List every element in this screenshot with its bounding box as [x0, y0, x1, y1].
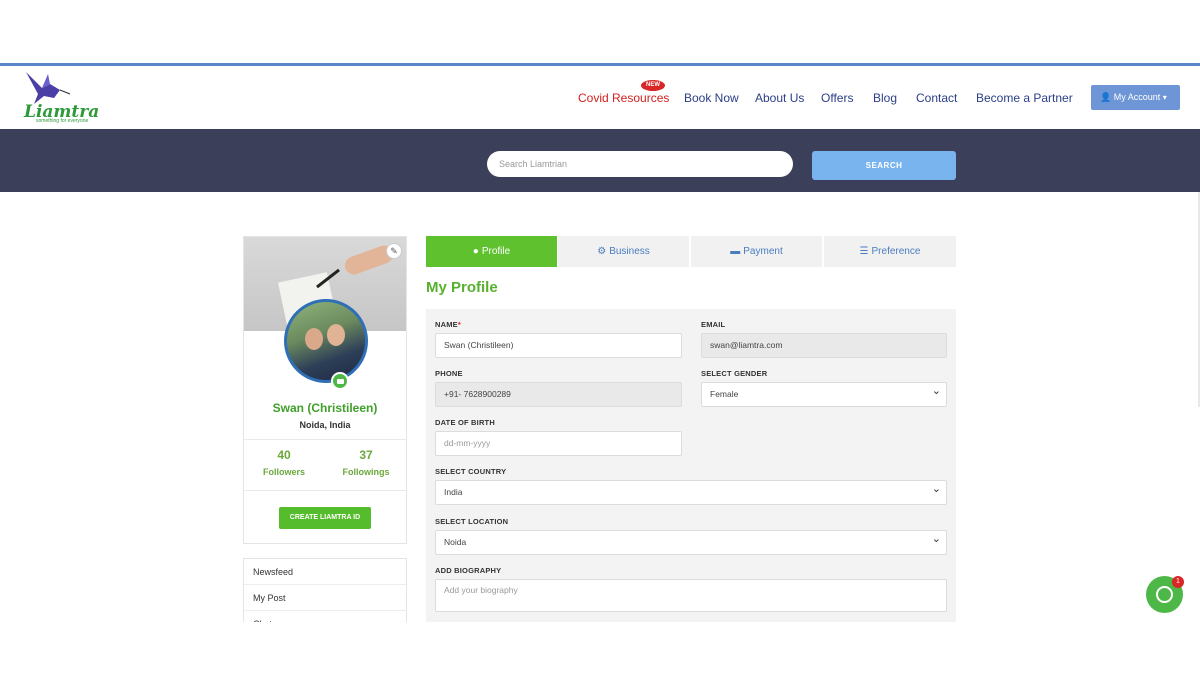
profile-card: ✎ Swan (Christileen) Noida, India 40 Fol…	[243, 236, 407, 544]
followings-count: 37	[359, 448, 373, 462]
page-title: My Profile	[426, 279, 498, 296]
nav-contact[interactable]: Contact	[916, 91, 957, 105]
biography-textarea[interactable]: Add your biography	[435, 579, 947, 612]
country-select[interactable]: India	[435, 478, 947, 505]
chat-badge: 1	[1172, 576, 1184, 588]
followers-count: 40	[277, 448, 291, 462]
profile-form: NAME* Swan (Christileen) EMAIL swan@liam…	[426, 309, 956, 622]
avatar[interactable]	[284, 299, 368, 383]
email-field: swan@liamtra.com	[701, 333, 947, 358]
country-label: SELECT COUNTRY	[435, 467, 507, 476]
side-menu: Newsfeed My Post Chat	[243, 558, 407, 622]
tab-profile[interactable]: ● Profile	[426, 236, 557, 267]
sliders-icon: ☰	[859, 246, 869, 257]
tab-preference[interactable]: ☰ Preference	[824, 236, 956, 267]
search-input[interactable]	[487, 151, 793, 177]
search-button[interactable]: SEARCH	[812, 151, 956, 180]
tab-business-label: Business	[609, 246, 650, 257]
profile-name: Swan (Christileen)	[272, 401, 378, 415]
side-menu-my-post[interactable]: My Post	[244, 585, 406, 611]
search-banner: SEARCH	[0, 129, 1200, 192]
nav-about-us[interactable]: About Us	[755, 91, 804, 105]
divider	[244, 490, 406, 491]
dob-field[interactable]: dd-mm-yyyy	[435, 431, 682, 456]
required-mark: *	[457, 320, 462, 329]
chevron-down-icon: ▾	[1162, 93, 1167, 102]
avatar-face-left	[305, 328, 323, 350]
name-label-text: NAME	[435, 320, 458, 329]
gear-icon: ⚙	[597, 246, 607, 257]
new-badge: NEW	[641, 80, 665, 91]
camera-icon[interactable]	[331, 372, 349, 390]
tab-payment-label: Payment	[743, 246, 783, 257]
profile-location: Noida, India	[299, 420, 351, 430]
gender-label: SELECT GENDER	[701, 369, 768, 378]
name-field[interactable]: Swan (Christileen)	[435, 333, 682, 358]
tab-business[interactable]: ⚙ Business	[558, 236, 689, 267]
edit-cover-icon[interactable]: ✎	[386, 243, 402, 259]
divider	[244, 439, 406, 440]
nav-blog[interactable]: Blog	[873, 91, 897, 105]
gender-select[interactable]: Female	[701, 380, 947, 407]
nav-become-partner[interactable]: Become a Partner	[976, 91, 1073, 105]
my-account-button[interactable]: 👤 My Account ▾	[1091, 85, 1180, 110]
followers-label[interactable]: Followers	[254, 467, 314, 477]
location-select[interactable]: Noida	[435, 528, 947, 555]
followings-label[interactable]: Followings	[336, 467, 396, 477]
dob-label: DATE OF BIRTH	[435, 418, 495, 427]
tab-profile-label: Profile	[481, 246, 511, 257]
user-icon: 👤	[1100, 92, 1112, 102]
name-label: NAME*	[435, 320, 461, 329]
side-menu-newsfeed[interactable]: Newsfeed	[244, 559, 406, 585]
phone-label: PHONE	[435, 369, 463, 378]
bio-label: ADD BIOGRAPHY	[435, 566, 502, 575]
nav-covid-resources[interactable]: Covid Resources	[578, 91, 669, 105]
nav-book-now[interactable]: Book Now	[684, 91, 739, 105]
create-liamtra-id-button[interactable]: CREATE LIAMTRA ID	[279, 507, 371, 529]
tab-preference-label: Preference	[871, 246, 921, 257]
phone-field: +91- 7628900289	[435, 382, 682, 407]
location-label: SELECT LOCATION	[435, 517, 509, 526]
header: Liamtra something for everyone Covid Res…	[0, 66, 1200, 129]
chat-icon	[1156, 586, 1173, 603]
email-label: EMAIL	[701, 320, 726, 329]
logo[interactable]: Liamtra something for everyone	[20, 68, 99, 128]
my-account-label: My Account	[1113, 92, 1161, 102]
card-icon: ▬	[730, 246, 741, 257]
side-menu-chat[interactable]: Chat	[244, 611, 406, 622]
nav-offers[interactable]: Offers	[821, 91, 853, 105]
logo-tagline: something for everyone	[36, 118, 89, 124]
user-icon: ●	[472, 246, 479, 257]
tab-payment[interactable]: ▬ Payment	[691, 236, 822, 267]
avatar-face-right	[327, 324, 345, 346]
